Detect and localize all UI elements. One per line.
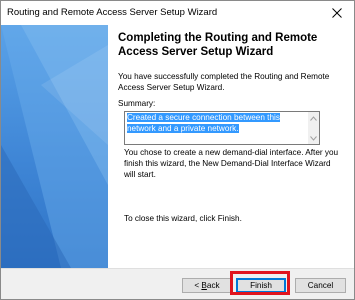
demand-dial-text: You chose to create a new demand-dial in… bbox=[124, 148, 339, 179]
intro-text: You have successfully completed the Rout… bbox=[118, 72, 330, 92]
title-bar[interactable]: Routing and Remote Access Server Setup W… bbox=[1, 1, 354, 25]
scroll-up-button[interactable] bbox=[308, 113, 319, 123]
summary-scrollbar[interactable] bbox=[308, 112, 319, 144]
cancel-button[interactable]: Cancel bbox=[295, 278, 346, 293]
summary-text[interactable]: Created a secure connection between this… bbox=[127, 113, 307, 134]
scroll-down-button[interactable] bbox=[308, 133, 319, 143]
main-content: Completing the Routing and Remote Access… bbox=[118, 31, 343, 93]
wizard-banner-graphic bbox=[1, 25, 108, 268]
close-icon bbox=[332, 8, 342, 18]
wizard-window: Routing and Remote Access Server Setup W… bbox=[0, 0, 355, 300]
chevron-down-icon bbox=[310, 135, 317, 141]
summary-textbox[interactable]: Created a secure connection between this… bbox=[124, 111, 320, 145]
close-button[interactable] bbox=[320, 1, 354, 25]
button-bar: < Back Finish Cancel bbox=[1, 268, 354, 299]
window-title: Routing and Remote Access Server Setup W… bbox=[7, 7, 218, 18]
summary-label: Summary: bbox=[118, 99, 156, 108]
close-instruction-text: To close this wizard, click Finish. bbox=[124, 214, 242, 223]
back-button-prefix: < bbox=[194, 281, 202, 290]
page-heading: Completing the Routing and Remote Access… bbox=[118, 32, 318, 58]
summary-selected-text: Created a secure connection between this… bbox=[127, 113, 280, 133]
chevron-up-icon bbox=[310, 115, 317, 121]
back-button-rest: ack bbox=[206, 281, 220, 290]
banner-decoration bbox=[1, 25, 108, 268]
back-button[interactable]: < Back bbox=[182, 278, 232, 293]
finish-highlight-box bbox=[230, 271, 290, 295]
